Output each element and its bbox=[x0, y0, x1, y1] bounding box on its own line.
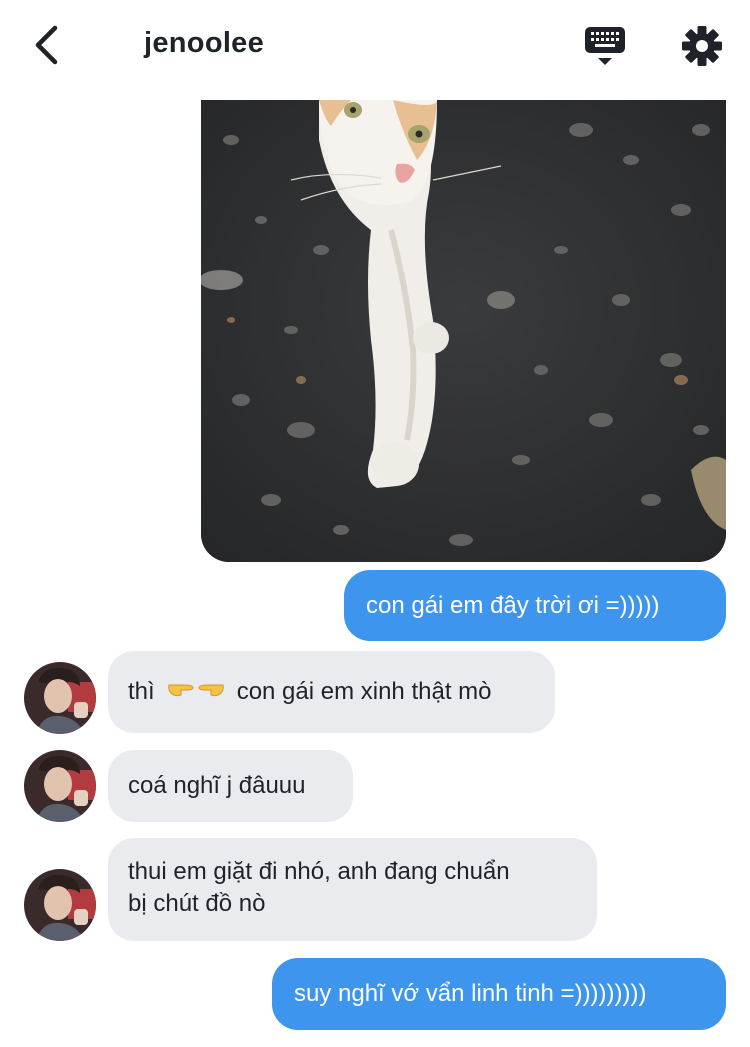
back-button[interactable] bbox=[26, 22, 66, 68]
keyboard-button[interactable] bbox=[583, 24, 629, 68]
settings-button[interactable] bbox=[680, 24, 724, 68]
message-bubble-incoming[interactable]: thui em giặt đi nhó, anh đang chuẩn bị c… bbox=[108, 838, 597, 941]
avatar[interactable] bbox=[24, 662, 96, 734]
message-text-line: thui em giặt đi nhó, anh đang chuẩn bbox=[128, 858, 510, 885]
cat-photo bbox=[201, 100, 726, 562]
message-text: suy nghĩ vớ vẩn linh tinh =))))))))) bbox=[294, 980, 647, 1007]
keyboard-icon bbox=[585, 27, 625, 65]
avatar-image bbox=[24, 750, 96, 822]
message-text-line: bị chút đồ nò bbox=[128, 890, 266, 917]
message-bubble-outgoing[interactable]: suy nghĩ vớ vẩn linh tinh =))))))))) bbox=[272, 958, 726, 1030]
avatar-image bbox=[24, 869, 96, 941]
backhand-index-left-emoji bbox=[197, 676, 225, 708]
message-photo[interactable] bbox=[201, 100, 726, 562]
message-text: con gái em đây trời ơi =))))) bbox=[366, 591, 660, 619]
message-bubble-outgoing[interactable]: con gái em đây trời ơi =))))) bbox=[344, 570, 726, 641]
chevron-left-icon bbox=[35, 25, 58, 65]
message-text-prefix: thì bbox=[128, 678, 155, 705]
avatar[interactable] bbox=[24, 750, 96, 822]
message-bubble-incoming[interactable]: thì con gái em xinh thật mò bbox=[108, 651, 555, 733]
message-bubble-incoming[interactable]: coá nghĩ j đâuuu bbox=[108, 750, 353, 822]
avatar-image bbox=[24, 662, 96, 734]
gear-icon bbox=[682, 26, 722, 66]
chat-header: jenoolee bbox=[0, 0, 750, 92]
chat-username[interactable]: jenoolee bbox=[144, 27, 264, 60]
backhand-index-right-emoji bbox=[167, 676, 195, 708]
avatar[interactable] bbox=[24, 869, 96, 941]
message-text: coá nghĩ j đâuuu bbox=[128, 772, 306, 799]
message-text-suffix: con gái em xinh thật mò bbox=[236, 678, 492, 705]
